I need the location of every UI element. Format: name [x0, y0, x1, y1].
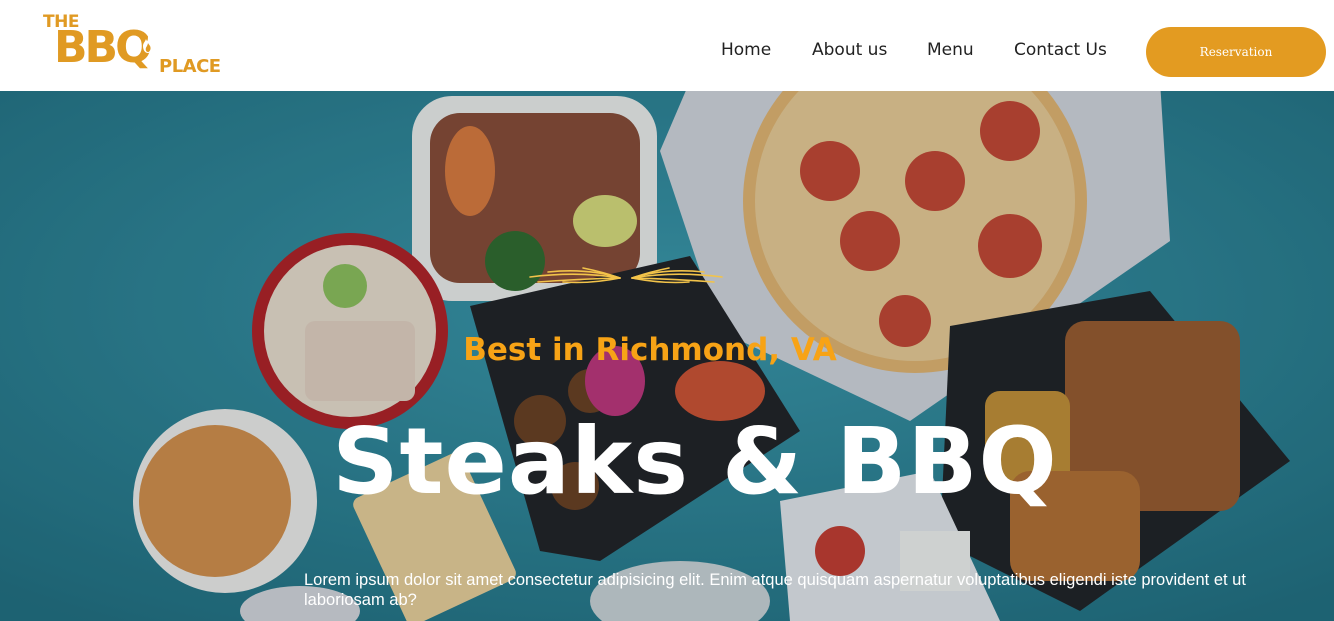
hero-title: Steaks & BBQ	[332, 408, 1058, 515]
hero-kicker: Best in Richmond, VA	[463, 332, 837, 368]
nav-about-link[interactable]: About us	[812, 40, 887, 60]
logo-bottom-text: PLACE	[159, 56, 221, 77]
flame-icon	[143, 35, 154, 53]
nav-home-link[interactable]: Home	[721, 40, 771, 60]
logo-main-text: BBQ	[54, 22, 152, 73]
ornament-divider-icon	[529, 267, 723, 284]
reservation-button[interactable]: Reservation	[1146, 27, 1326, 77]
hero-section: Best in Richmond, VA Steaks & BBQ Lorem …	[0, 91, 1334, 621]
nav-contact-link[interactable]: Contact Us	[1014, 40, 1107, 60]
site-header: THE BBQ PLACE Home About us Menu Contact…	[0, 0, 1334, 91]
nav-menu-link[interactable]: Menu	[927, 40, 974, 60]
brand-logo[interactable]: THE BBQ PLACE	[43, 10, 228, 78]
hero-description: Lorem ipsum dolor sit amet consectetur a…	[304, 571, 1246, 609]
